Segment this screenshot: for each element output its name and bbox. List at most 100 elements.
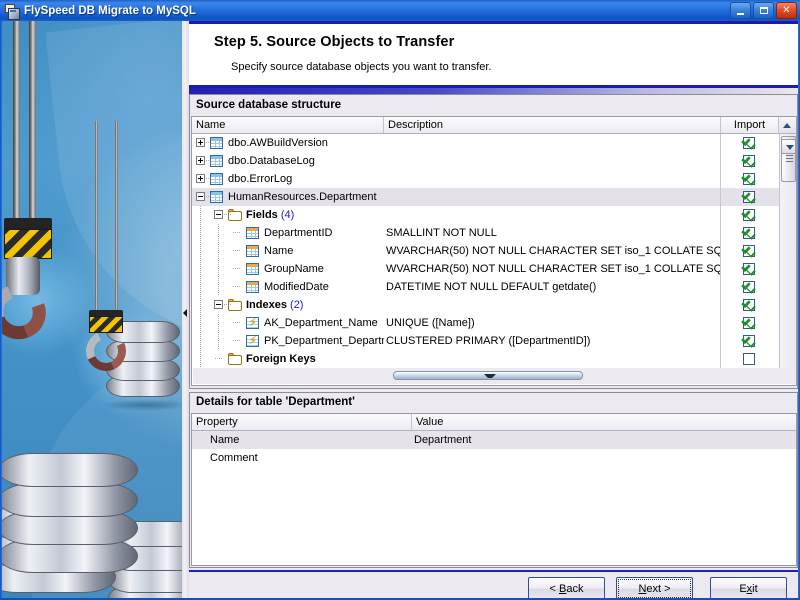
tree-row[interactable]: Indexes (2) <box>192 296 779 314</box>
tree-row-name-cell: dbo.DatabaseLog <box>192 152 384 170</box>
details-row[interactable]: Comment <box>192 449 796 467</box>
expand-icon[interactable] <box>196 156 205 165</box>
tree-row-label: HumanResources.Department <box>228 191 377 203</box>
tree-row-name-cell: Foreign Keys <box>192 350 384 368</box>
folder-icon <box>228 209 242 221</box>
tree-row[interactable]: ⚡ PK_Department_DepartmentIDCLUSTERED PRI… <box>192 332 779 350</box>
tree-guide-line <box>218 260 219 278</box>
wizard-footer: < Back Next > Exit <box>189 572 798 598</box>
tree-row[interactable]: GroupName WVARCHAR(50) NOT NULL CHARACTER… <box>192 260 779 278</box>
import-checkbox[interactable] <box>743 245 756 258</box>
column-header-value[interactable]: Value <box>412 414 796 430</box>
import-checkbox[interactable] <box>743 137 756 150</box>
tree-guide-line <box>218 242 219 260</box>
field-icon <box>246 263 259 275</box>
page-subtitle: Specify source database objects you want… <box>231 61 492 73</box>
tree-column-header: Name Description Import <box>192 117 796 134</box>
minimize-button[interactable] <box>730 2 751 19</box>
field-icon <box>246 227 259 239</box>
tree-row-description-cell <box>384 296 721 314</box>
maximize-button[interactable] <box>753 2 774 19</box>
grid-corner-button[interactable] <box>779 117 796 133</box>
tree-row[interactable]: Foreign Keys <box>192 350 779 368</box>
import-checkbox[interactable] <box>743 209 756 222</box>
tree-row[interactable]: HumanResources.Department <box>192 188 779 206</box>
expand-icon[interactable] <box>196 174 205 183</box>
import-checkbox[interactable] <box>743 227 756 240</box>
exit-button[interactable]: Exit <box>710 577 787 598</box>
import-checkbox[interactable] <box>743 155 756 168</box>
import-checkbox[interactable] <box>743 191 756 204</box>
details-value-cell: Department <box>414 434 472 446</box>
maximize-icon <box>759 7 768 14</box>
tree-row[interactable]: dbo.DatabaseLog <box>192 152 779 170</box>
back-button[interactable]: < Back <box>528 577 605 598</box>
column-header-property[interactable]: Property <box>192 414 412 430</box>
wizard-pane: Step 5. Source Objects to Transfer Speci… <box>189 21 798 598</box>
collapse-left-icon[interactable] <box>183 309 187 317</box>
tree-row[interactable]: Fields (4) <box>192 206 779 224</box>
wizard-illustration <box>2 21 182 598</box>
field-icon <box>246 245 259 257</box>
column-header-import[interactable]: Import <box>721 117 779 133</box>
import-checkbox[interactable] <box>743 263 756 276</box>
collapse-icon[interactable] <box>214 300 223 309</box>
source-tree-grid[interactable]: Name Description Import dbo.AWBuildVersi… <box>191 116 797 386</box>
tree-row-label: GroupName <box>264 263 324 275</box>
splitter-handle[interactable] <box>393 371 583 380</box>
details-row[interactable]: Name Department <box>192 431 796 449</box>
tree-guide-line <box>200 296 201 314</box>
scroll-down-button[interactable] <box>781 139 796 154</box>
tree-row-name-cell: ModifiedDate <box>192 278 384 296</box>
import-checkbox[interactable] <box>743 173 756 186</box>
import-checkbox[interactable] <box>743 317 756 330</box>
tree-guide-line <box>200 260 201 278</box>
tree-guide-line <box>233 232 241 233</box>
import-checkbox[interactable] <box>743 335 756 348</box>
details-property-cell: Name <box>210 434 240 446</box>
tree-guide-line <box>233 250 241 251</box>
tree-row[interactable]: dbo.AWBuildVersion <box>192 134 779 152</box>
tree-row[interactable]: dbo.ErrorLog <box>192 170 779 188</box>
tree-row[interactable]: ModifiedDate DATETIME NOT NULL DEFAULT ge… <box>192 278 779 296</box>
table-icon <box>210 173 223 185</box>
tree-guide-line <box>200 278 201 296</box>
details-grid[interactable]: Property Value Name Department Comment <box>191 413 797 566</box>
details-group: Details for table 'Department' Property … <box>189 392 798 568</box>
tree-row-name-cell: ⚡ AK_Department_Name <box>192 314 384 332</box>
tree-row-name-cell: GroupName <box>192 260 384 278</box>
field-icon <box>246 281 259 293</box>
column-header-name[interactable]: Name <box>192 117 384 133</box>
tree-guide-line <box>215 358 223 359</box>
tree-row-description-cell: UNIQUE ([Name]) <box>384 314 721 332</box>
next-button[interactable]: Next > <box>616 577 693 598</box>
crane-hook-icon <box>2 257 60 349</box>
grid-bottom-splitter[interactable] <box>193 368 796 384</box>
tree-guide-line <box>200 206 201 224</box>
tree-row-import-cell <box>721 152 779 170</box>
tree-row[interactable]: ⚡ AK_Department_Name UNIQUE ([Name]) <box>192 314 779 332</box>
application-window: FlySpeed DB Migrate to MySQL ✕ Step 5. S… <box>0 0 800 600</box>
tree-row-description-cell <box>384 206 721 224</box>
import-checkbox[interactable] <box>743 299 756 312</box>
collapse-icon[interactable] <box>196 192 205 201</box>
tree-row-import-cell <box>721 242 779 260</box>
panel-splitter[interactable] <box>182 21 189 598</box>
title-bar[interactable]: FlySpeed DB Migrate to MySQL ✕ <box>0 0 800 21</box>
tree-guide-line <box>200 314 201 332</box>
tree-row-label: dbo.AWBuildVersion <box>228 137 328 149</box>
tree-row[interactable]: Name WVARCHAR(50) NOT NULL CHARACTER SET … <box>192 242 779 260</box>
tree-vertical-scrollbar[interactable] <box>779 134 796 368</box>
source-structure-group: Source database structure Name Descripti… <box>189 94 798 389</box>
tree-row-import-cell <box>721 170 779 188</box>
folder-icon <box>228 299 242 311</box>
collapse-icon[interactable] <box>214 210 223 219</box>
column-header-description[interactable]: Description <box>384 117 721 133</box>
tree-row-name-cell: Fields (4) <box>192 206 384 224</box>
import-checkbox[interactable] <box>743 353 755 365</box>
tree-row-import-cell <box>721 296 779 314</box>
close-button[interactable]: ✕ <box>776 2 797 19</box>
expand-icon[interactable] <box>196 138 205 147</box>
import-checkbox[interactable] <box>743 281 756 294</box>
tree-row[interactable]: DepartmentID SMALLINT NOT NULL <box>192 224 779 242</box>
